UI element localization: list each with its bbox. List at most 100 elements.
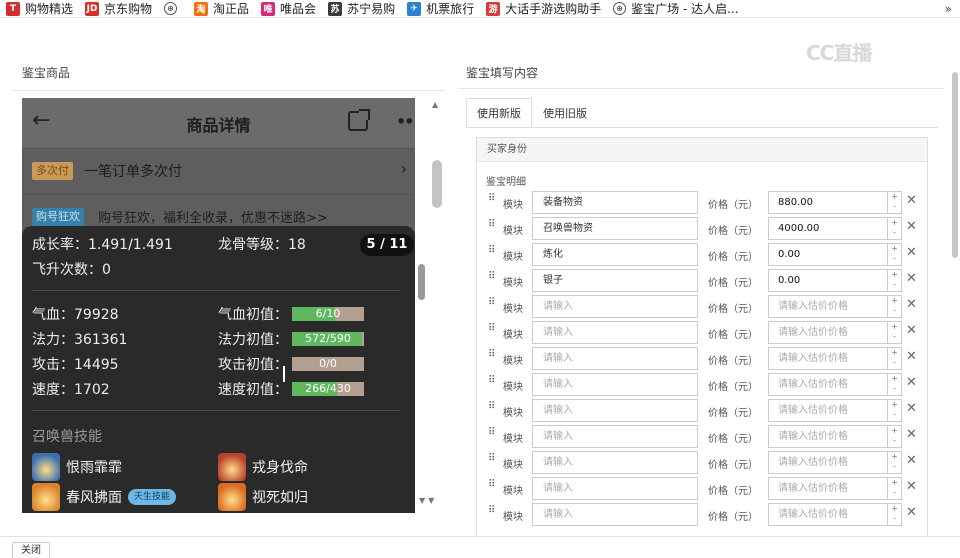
delete-row-icon[interactable]: ✕	[906, 245, 917, 260]
bookmark-item[interactable]: ✈ 机票旅行	[401, 0, 480, 17]
drag-handle-icon[interactable]: ⠿	[488, 402, 496, 417]
appraisal-row: ⠿ 模块 请输入 价格（元） 请输入估价价格 + - ✕	[486, 399, 924, 423]
skill-item[interactable]: 春风拂面 天生技能	[32, 482, 177, 512]
payment-row[interactable]: 多次付 一笔订单多次付 ›	[22, 148, 415, 194]
price-stepper[interactable]: + -	[888, 425, 902, 448]
module-input[interactable]: 装备物资	[532, 191, 698, 214]
flame-skill-icon	[218, 483, 246, 511]
price-stepper[interactable]: + -	[888, 399, 902, 422]
jd-icon: JD	[85, 1, 100, 16]
delete-row-icon[interactable]: ✕	[906, 375, 917, 390]
module-input[interactable]: 请输入	[532, 373, 698, 396]
price-input[interactable]: 880.00	[768, 191, 888, 214]
module-input[interactable]: 请输入	[532, 321, 698, 344]
more-dots-icon[interactable]: •••	[396, 112, 415, 131]
price-input[interactable]: 请输入估价价格	[768, 399, 888, 422]
popup-scrollbar-thumb[interactable]	[418, 264, 425, 300]
stream-watermark: CC直播	[806, 41, 872, 65]
drag-handle-icon[interactable]: ⠿	[488, 220, 496, 235]
skill-item[interactable]: 视死如归	[218, 482, 308, 512]
module-input[interactable]: 请输入	[532, 295, 698, 318]
price-stepper[interactable]: + -	[888, 191, 902, 214]
close-button[interactable]: 关闭	[12, 542, 50, 558]
price-input[interactable]: 4000.00	[768, 217, 888, 240]
price-label: 价格（元）	[708, 252, 758, 263]
price-stepper[interactable]: + -	[888, 295, 902, 318]
left-scrollbar-thumb[interactable]	[432, 160, 442, 208]
skill-item[interactable]: 恨雨霏霏	[32, 452, 122, 482]
bookmark-item[interactable]: ⊕ 鉴宝广场 - 达人启...	[607, 0, 744, 17]
bookmark-item[interactable]: 苏苏宁易购	[322, 0, 401, 17]
price-label: 价格（元）	[708, 434, 758, 445]
drag-handle-icon[interactable]: ⠿	[488, 298, 496, 313]
module-input[interactable]: 请输入	[532, 425, 698, 448]
delete-row-icon[interactable]: ✕	[906, 271, 917, 286]
drag-handle-icon[interactable]: ⠿	[488, 454, 496, 469]
price-stepper[interactable]: + -	[888, 347, 902, 370]
price-input[interactable]: 请输入估价价格	[768, 503, 888, 526]
delete-row-icon[interactable]: ✕	[906, 505, 917, 520]
drag-handle-icon[interactable]: ⠿	[488, 506, 496, 521]
bookmark-item[interactable]: 淘淘正品	[188, 0, 255, 17]
price-input[interactable]: 0.00	[768, 269, 888, 292]
delete-row-icon[interactable]: ✕	[906, 219, 917, 234]
price-input[interactable]: 请输入估价价格	[768, 321, 888, 344]
price-stepper[interactable]: + -	[888, 451, 902, 474]
drag-handle-icon[interactable]: ⠿	[488, 194, 496, 209]
price-input[interactable]: 请输入估价价格	[768, 477, 888, 500]
price-stepper[interactable]: + -	[888, 217, 902, 240]
module-input[interactable]: 银子	[532, 269, 698, 292]
drag-handle-icon[interactable]: ⠿	[488, 480, 496, 495]
bookmark-item[interactable]: T 购物精选	[0, 0, 79, 17]
bookmark-label: 唯品会	[280, 2, 317, 16]
bookmark-item[interactable]: JD 京东购物	[79, 0, 158, 17]
module-input[interactable]: 请输入	[532, 503, 698, 526]
tab-underline	[466, 127, 938, 128]
delete-row-icon[interactable]: ✕	[906, 323, 917, 338]
delete-row-icon[interactable]: ✕	[906, 479, 917, 494]
drag-handle-icon[interactable]: ⠿	[488, 272, 496, 287]
delete-row-icon[interactable]: ✕	[906, 297, 917, 312]
module-input[interactable]: 炼化	[532, 243, 698, 266]
price-stepper[interactable]: + -	[888, 243, 902, 266]
delete-row-icon[interactable]: ✕	[906, 453, 917, 468]
skill-item[interactable]: 戎身伐命	[218, 452, 308, 482]
drag-handle-icon[interactable]: ⠿	[488, 350, 496, 365]
drag-handle-icon[interactable]: ⠿	[488, 324, 496, 339]
price-stepper[interactable]: + -	[888, 321, 902, 344]
scroll-up-arrow-icon[interactable]: ▲	[432, 100, 438, 109]
right-scrollbar-thumb[interactable]	[952, 72, 958, 258]
delete-row-icon[interactable]: ✕	[906, 401, 917, 416]
price-stepper[interactable]: + -	[888, 373, 902, 396]
module-input[interactable]: 召唤兽物资	[532, 217, 698, 240]
price-input[interactable]: 请输入估价价格	[768, 373, 888, 396]
bookmark-label: 机票旅行	[426, 2, 475, 16]
price-stepper[interactable]: + -	[888, 477, 902, 500]
tab-old-version[interactable]: 使用旧版	[532, 98, 598, 128]
tab-new-version[interactable]: 使用新版	[466, 98, 532, 128]
price-input[interactable]: 0.00	[768, 243, 888, 266]
bookmarks-more-button[interactable]: »	[945, 0, 952, 18]
module-input[interactable]: 请输入	[532, 451, 698, 474]
module-input[interactable]: 请输入	[532, 399, 698, 422]
module-input[interactable]: 请输入	[532, 347, 698, 370]
bookmark-item[interactable]: 游大话手游选购助手	[480, 0, 607, 17]
delete-row-icon[interactable]: ✕	[906, 349, 917, 364]
delete-row-icon[interactable]: ✕	[906, 193, 917, 208]
bookmark-item[interactable]: ⊕	[158, 0, 188, 17]
module-input[interactable]: 请输入	[532, 477, 698, 500]
price-input[interactable]: 请输入估价价格	[768, 347, 888, 370]
price-input[interactable]: 请输入估价价格	[768, 451, 888, 474]
price-label: 价格（元）	[708, 486, 758, 497]
price-stepper[interactable]: + -	[888, 269, 902, 292]
drag-handle-icon[interactable]: ⠿	[488, 428, 496, 443]
share-icon[interactable]	[348, 109, 370, 131]
price-input[interactable]: 请输入估价价格	[768, 425, 888, 448]
price-stepper[interactable]: + -	[888, 503, 902, 526]
bookmark-item[interactable]: 唯唯品会	[255, 0, 322, 17]
delete-row-icon[interactable]: ✕	[906, 427, 917, 442]
scroll-down-arrow-icon[interactable]: ▼▼	[419, 496, 437, 505]
drag-handle-icon[interactable]: ⠿	[488, 376, 496, 391]
drag-handle-icon[interactable]: ⠿	[488, 246, 496, 261]
price-input[interactable]: 请输入估价价格	[768, 295, 888, 318]
